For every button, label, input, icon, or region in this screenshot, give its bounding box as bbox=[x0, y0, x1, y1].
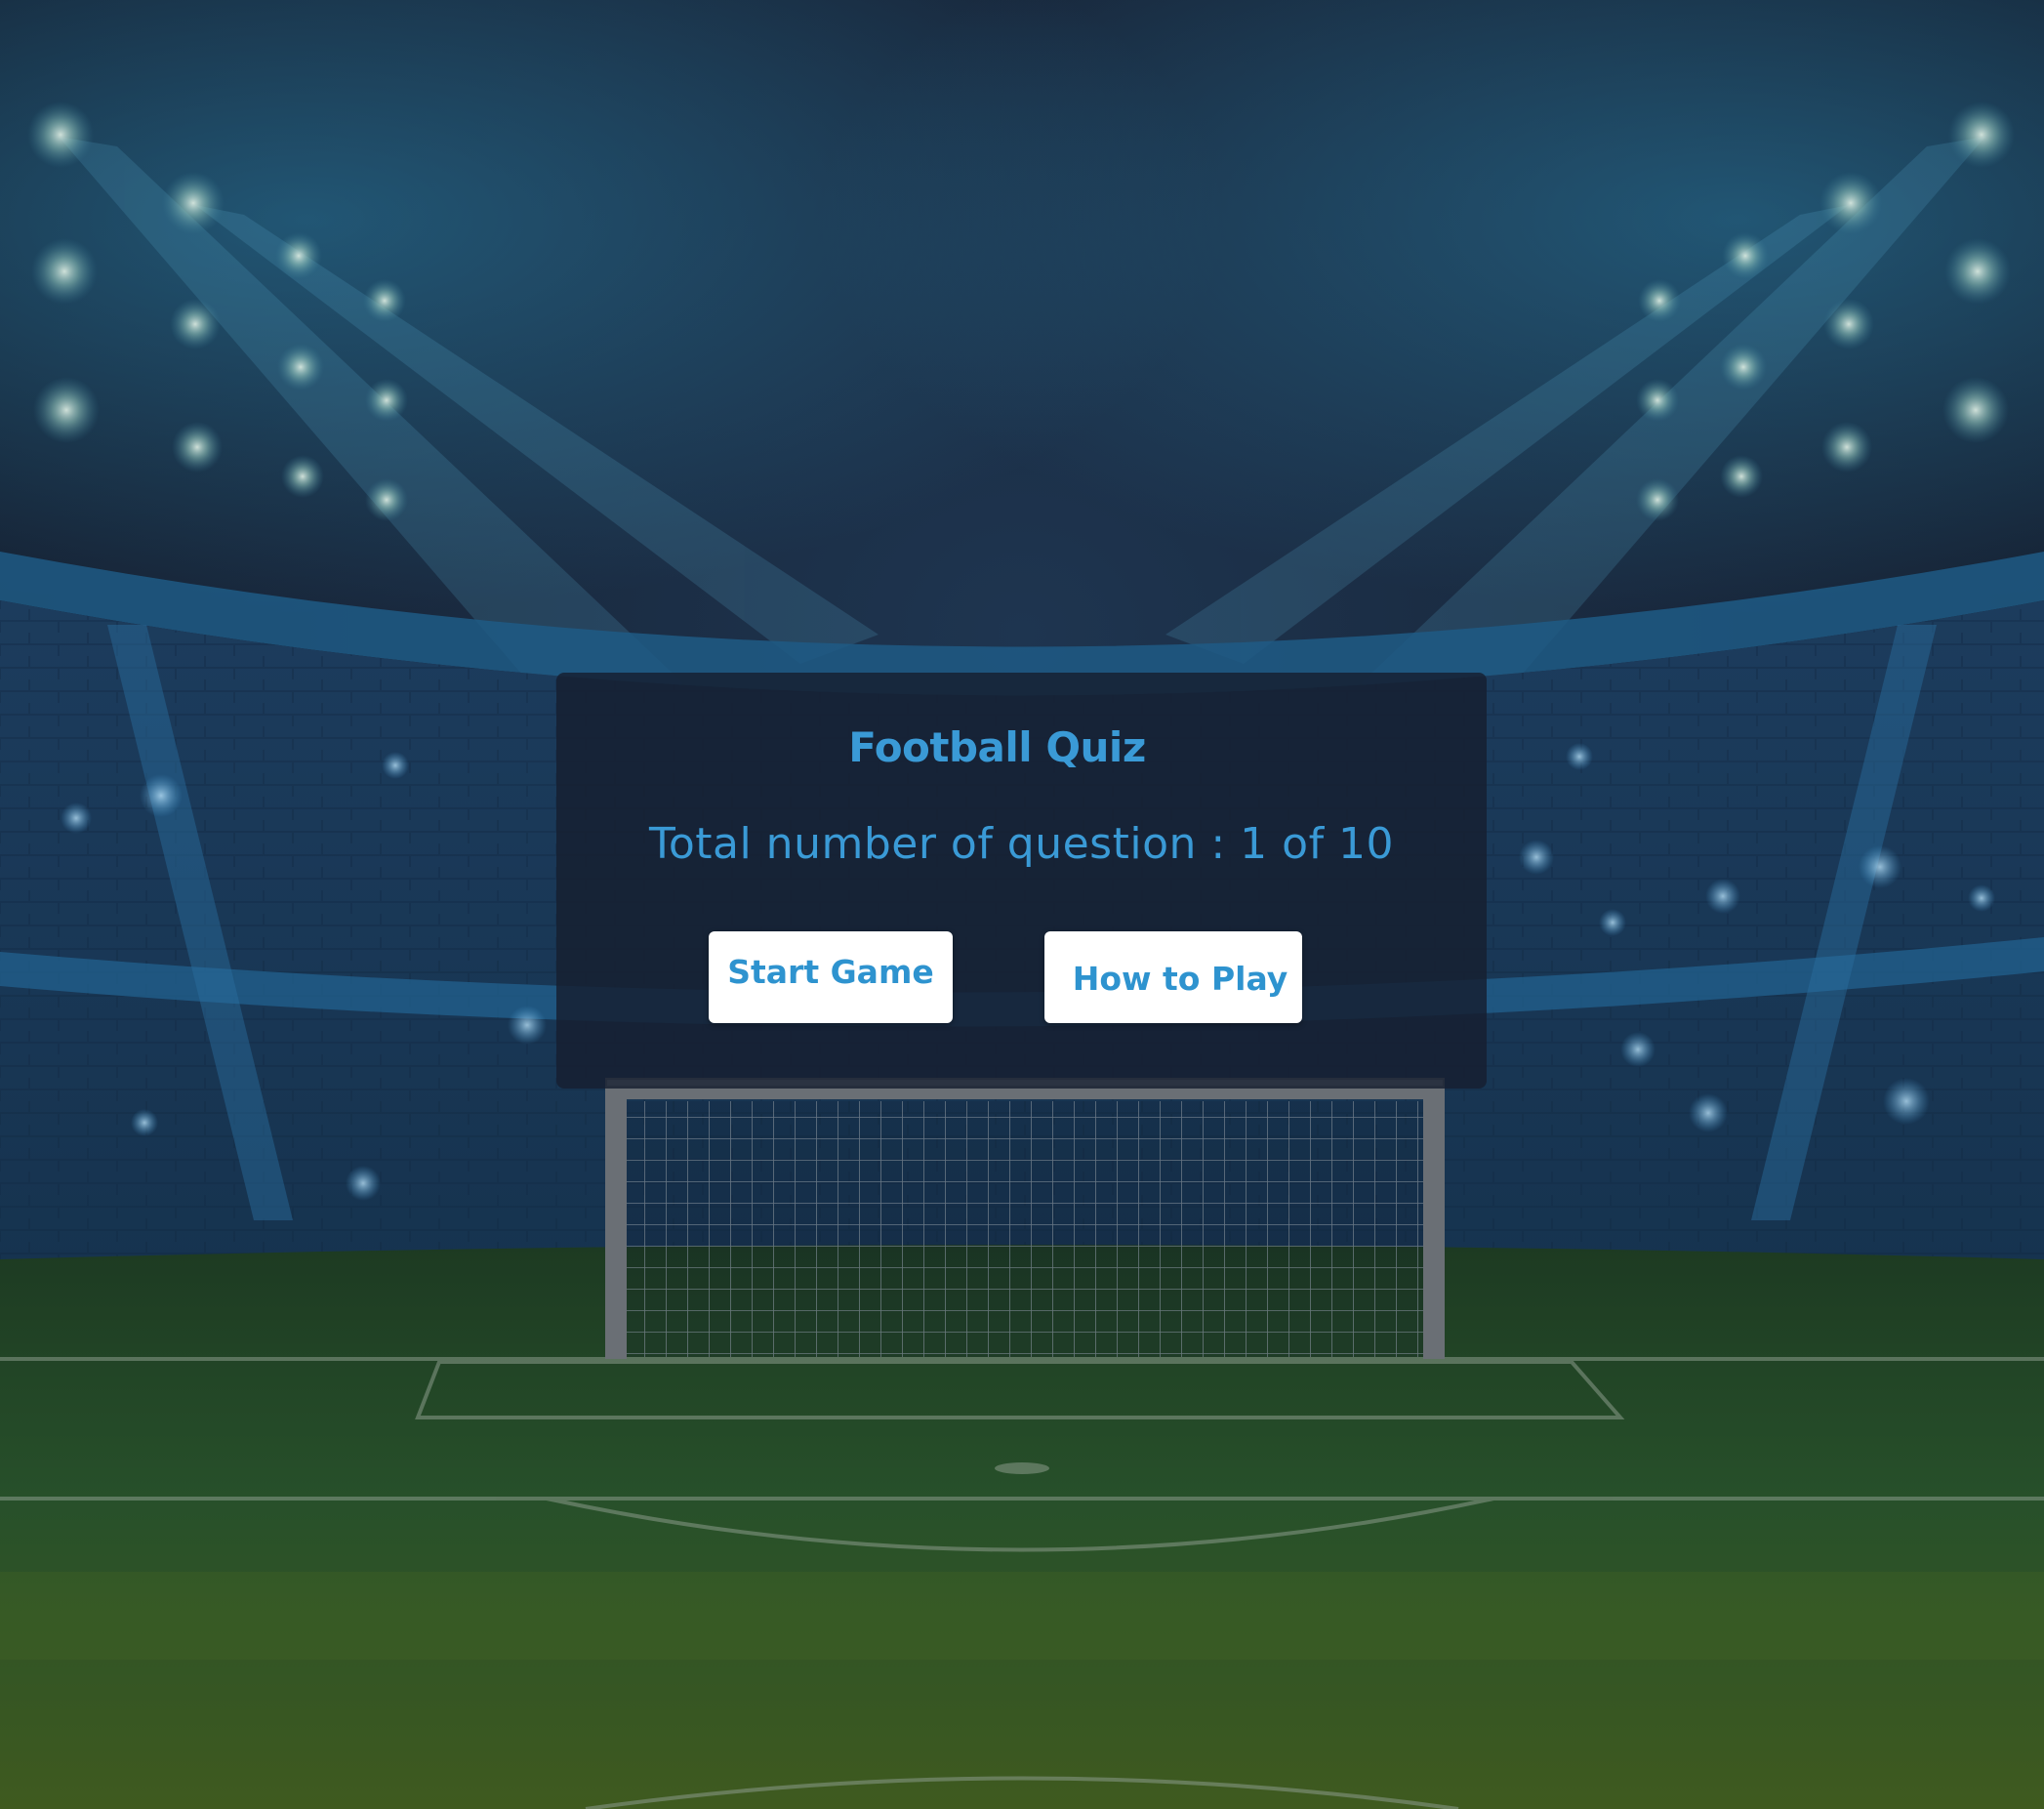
game-screen: Football Quiz Total number of question :… bbox=[0, 0, 2044, 1809]
game-title: Football Quiz bbox=[848, 723, 1146, 771]
soccer-goal-icon bbox=[605, 1078, 1445, 1359]
how-to-play-button[interactable]: How to Play bbox=[1044, 931, 1302, 1023]
quiz-start-panel: Football Quiz Total number of question :… bbox=[556, 673, 1487, 1089]
start-game-button[interactable]: Start Game bbox=[709, 931, 953, 1023]
question-counter: Total number of question : 1 of 10 bbox=[648, 819, 1395, 869]
